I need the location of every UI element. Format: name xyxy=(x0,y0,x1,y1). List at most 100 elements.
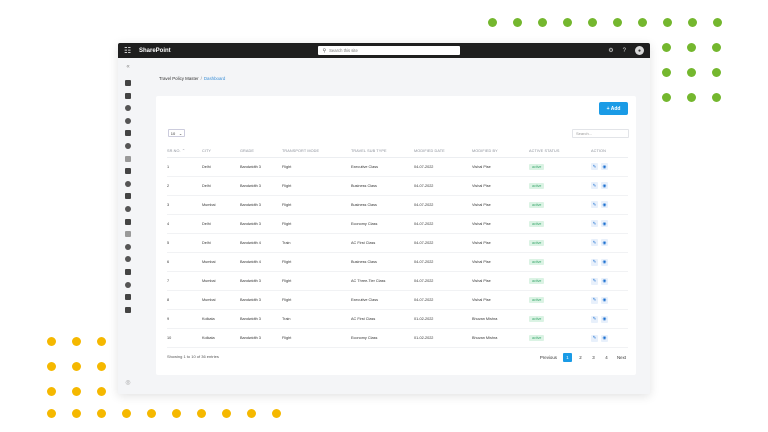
table-cell: AC Three-Tier Class xyxy=(351,271,414,292)
table-cell: AC First Class xyxy=(351,233,414,253)
view-icon[interactable]: ◉ xyxy=(601,201,608,209)
edit-icon[interactable]: ✎ xyxy=(591,239,598,247)
status-badge: active xyxy=(529,220,545,227)
table-body: 1 Delhi Bandwidth 3 Flight Executive Class 04… xyxy=(167,157,628,349)
nav-item-icon[interactable] xyxy=(125,80,131,86)
table-cell: Flight xyxy=(282,290,351,311)
view-icon[interactable]: ◉ xyxy=(601,239,608,247)
table-search-input[interactable]: Search... xyxy=(572,129,629,138)
breadcrumb: Travel Policy Master / Dashboard xyxy=(159,76,225,81)
avatar[interactable]: ● xyxy=(634,46,644,55)
edit-icon[interactable]: ✎ xyxy=(591,182,598,190)
nav-item-icon[interactable] xyxy=(125,105,131,112)
nav-item-icon[interactable] xyxy=(125,180,131,187)
table-row: 1 Delhi Bandwidth 3 Flight Executive Class 04… xyxy=(167,157,628,177)
edit-icon[interactable]: ✎ xyxy=(591,315,598,323)
col-header-modified-by[interactable]: MODIFIED BY xyxy=(472,145,529,158)
edit-icon[interactable]: ✎ xyxy=(591,296,598,304)
nav-item-icon[interactable] xyxy=(125,256,131,263)
nav-item-icon[interactable] xyxy=(125,243,131,250)
status-badge: active xyxy=(529,259,545,266)
action-cell: ✎ ◉ xyxy=(591,233,628,253)
pagination-page-1[interactable]: 1 xyxy=(562,353,572,362)
table-cell: 1 xyxy=(167,157,202,177)
nav-item-icon[interactable] xyxy=(125,155,131,162)
table-cell: Bandwidth 3 xyxy=(240,309,282,330)
table-cell: Bhuvan Mishra xyxy=(472,328,529,349)
nav-item-icon[interactable] xyxy=(125,142,131,149)
col-header-srno[interactable]: SR.NO. ⌃ xyxy=(167,145,202,158)
view-icon[interactable]: ◉ xyxy=(601,220,608,228)
breadcrumb-current[interactable]: Dashboard xyxy=(204,76,225,81)
table-cell: Flight xyxy=(282,252,351,273)
pagination-page-2[interactable]: 2 xyxy=(576,353,585,362)
edit-icon[interactable]: ✎ xyxy=(591,201,598,209)
table-cell: Flight xyxy=(282,195,351,215)
view-icon[interactable]: ◉ xyxy=(601,296,608,304)
table-search-placeholder: Search... xyxy=(576,131,593,136)
nav-item-icon[interactable] xyxy=(125,306,131,313)
nav-item-icon[interactable] xyxy=(125,130,131,137)
table-cell: 01-02-2022 xyxy=(414,309,472,330)
nav-item-icon[interactable] xyxy=(125,193,131,200)
pagination-previous[interactable]: Previous xyxy=(538,353,559,362)
edit-icon[interactable]: ✎ xyxy=(591,334,598,342)
edit-icon[interactable]: ✎ xyxy=(591,220,598,228)
view-icon[interactable]: ◉ xyxy=(601,334,608,342)
collapse-nav-button[interactable]: « xyxy=(126,64,129,70)
col-header-city[interactable]: CITY xyxy=(202,145,240,158)
pagination-next[interactable]: Next xyxy=(615,353,628,362)
page-length-select[interactable]: 10 ⌄ xyxy=(168,129,185,137)
pagination-page-4[interactable]: 4 xyxy=(602,353,611,362)
view-icon[interactable]: ◉ xyxy=(601,163,608,171)
view-icon[interactable]: ◉ xyxy=(601,182,608,190)
settings-nav-icon[interactable]: ◎ xyxy=(125,379,130,386)
view-icon[interactable]: ◉ xyxy=(601,315,608,323)
table-cell: Bandwidth 4 xyxy=(240,233,282,253)
nav-item-icon[interactable] xyxy=(125,218,131,225)
col-header-transport-mode[interactable]: TRANSPORT MODE xyxy=(282,145,351,158)
status-badge: active xyxy=(529,335,545,342)
nav-item-icon[interactable] xyxy=(125,281,131,288)
stage: ☷ SharePoint ⚲ Search this site ⚙ ? ● « xyxy=(0,0,768,432)
nav-item-icon[interactable] xyxy=(125,205,131,212)
status-cell: active xyxy=(529,290,591,311)
edit-icon[interactable]: ✎ xyxy=(591,163,598,171)
col-header-modified-date[interactable]: MODIFIED DATE xyxy=(414,145,472,158)
table-cell: 04-07-2022 xyxy=(414,290,472,311)
col-header-grade[interactable]: GRADE xyxy=(240,145,282,158)
col-header-travel-sub-type[interactable]: TRAVEL SUB TYPE xyxy=(351,145,414,158)
nav-item-icon[interactable] xyxy=(125,117,131,124)
table-cell: Delhi xyxy=(202,157,240,177)
site-search-input[interactable]: ⚲ Search this site xyxy=(318,46,461,55)
col-header-active-status[interactable]: ACTIVE STATUS xyxy=(529,145,591,158)
breadcrumb-root[interactable]: Travel Policy Master xyxy=(159,76,199,81)
gear-icon[interactable]: ⚙ xyxy=(608,47,613,54)
nav-item-icon[interactable] xyxy=(125,231,131,238)
action-cell: ✎ ◉ xyxy=(591,252,628,273)
add-button[interactable]: + Add xyxy=(599,102,628,115)
table-cell: Flight xyxy=(282,157,351,177)
view-icon[interactable]: ◉ xyxy=(601,258,608,266)
table-cell: 04-07-2022 xyxy=(414,157,472,177)
nav-item-icon[interactable] xyxy=(125,168,131,175)
pagination-page-3[interactable]: 3 xyxy=(589,353,598,362)
view-icon[interactable]: ◉ xyxy=(601,277,608,285)
nav-item-icon[interactable] xyxy=(125,92,131,99)
status-cell: active xyxy=(529,214,591,234)
table-cell: Bandwidth 3 xyxy=(240,290,282,311)
waffle-icon[interactable]: ☷ xyxy=(124,46,134,55)
edit-icon[interactable]: ✎ xyxy=(591,258,598,266)
nav-item-icon[interactable] xyxy=(125,294,131,301)
app-name[interactable]: SharePoint xyxy=(139,48,171,54)
status-badge: active xyxy=(529,297,545,304)
status-cell: active xyxy=(529,252,591,273)
table-cell: Executive Class xyxy=(351,157,414,177)
table-cell: 7 xyxy=(167,271,202,292)
table-cell: Vishal Pise xyxy=(472,195,529,215)
edit-icon[interactable]: ✎ xyxy=(591,277,598,285)
table-cell: Bandwidth 3 xyxy=(240,271,282,292)
table-cell: Kolkata xyxy=(202,309,240,330)
nav-item-icon[interactable] xyxy=(125,268,131,275)
help-icon[interactable]: ? xyxy=(623,48,626,54)
